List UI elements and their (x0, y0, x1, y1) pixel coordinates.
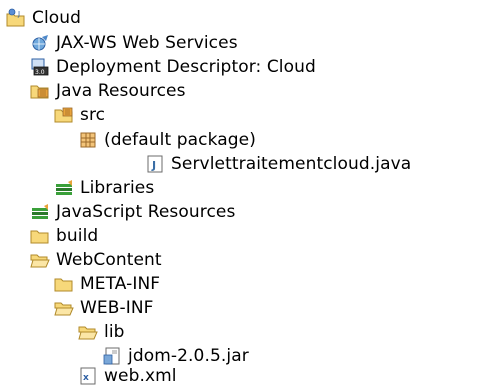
tree-item-src[interactable]: src (54, 103, 105, 127)
tree-item-label: WEB-INF (80, 298, 154, 318)
project-explorer-tree: J Cloud JAX-WS Web Services 3.0 Deployme… (0, 0, 502, 387)
tree-item-webcontent[interactable]: WebContent (30, 248, 162, 272)
jar-icon (102, 346, 122, 366)
tree-item-javascript-resources[interactable]: JavaScript Resources (30, 200, 235, 224)
source-folder-icon (54, 105, 74, 125)
tree-item-meta-inf[interactable]: META-INF (54, 272, 160, 296)
folder-open-icon (78, 322, 98, 342)
tree-item-label: Servlettraitementcloud.java (171, 154, 412, 174)
folder-icon (30, 226, 50, 246)
tree-item-label: META-INF (80, 274, 161, 294)
svg-text:3.0: 3.0 (35, 69, 45, 76)
web-services-icon (30, 33, 50, 53)
xml-file-icon: x (78, 366, 98, 386)
tree-item-label: lib (104, 322, 125, 342)
tree-item-label: Deployment Descriptor: Cloud (56, 57, 316, 77)
tree-item-default-package[interactable]: (default package) (78, 128, 256, 152)
tree-item-web-inf[interactable]: WEB-INF (54, 296, 154, 320)
tree-item-cloud[interactable]: J Cloud (6, 6, 81, 30)
folder-icon (54, 274, 74, 294)
folder-open-icon (54, 298, 74, 318)
libraries-icon (54, 178, 74, 198)
tree-item-label: src (80, 105, 106, 125)
svg-text:J: J (17, 10, 20, 18)
tree-item-label: JAX-WS Web Services (56, 33, 238, 53)
tree-item-libraries[interactable]: Libraries (54, 176, 154, 200)
java-resources-icon (30, 81, 50, 101)
svg-text:J: J (151, 159, 156, 172)
deployment-descriptor-icon: 3.0 (30, 57, 50, 77)
tree-item-label: Cloud (32, 8, 82, 28)
tree-item-java-resources[interactable]: Java Resources (30, 79, 186, 103)
folder-open-icon (30, 250, 50, 270)
libraries-icon (30, 202, 50, 222)
project-icon: J (6, 8, 26, 28)
tree-item-build[interactable]: build (30, 224, 98, 248)
tree-item-lib[interactable]: lib (78, 320, 125, 344)
tree-item-deployment-descriptor[interactable]: 3.0 Deployment Descriptor: Cloud (30, 55, 316, 79)
tree-item-label: WebContent (56, 250, 162, 270)
tree-item-label: web.xml (104, 366, 177, 386)
tree-item-label: Libraries (80, 178, 155, 198)
tree-item-jax-ws-web-services[interactable]: JAX-WS Web Services (30, 31, 238, 55)
tree-item-label: (default package) (104, 130, 256, 150)
tree-item-label: Java Resources (56, 81, 186, 101)
package-icon (78, 130, 98, 150)
tree-item-java-file[interactable]: J Servlettraitementcloud.java (145, 152, 411, 176)
tree-item-label: JavaScript Resources (56, 202, 236, 222)
tree-item-web-xml[interactable]: x web.xml (78, 364, 177, 388)
svg-text:x: x (83, 373, 89, 383)
tree-item-label: build (56, 226, 99, 246)
java-file-icon: J (145, 154, 165, 174)
